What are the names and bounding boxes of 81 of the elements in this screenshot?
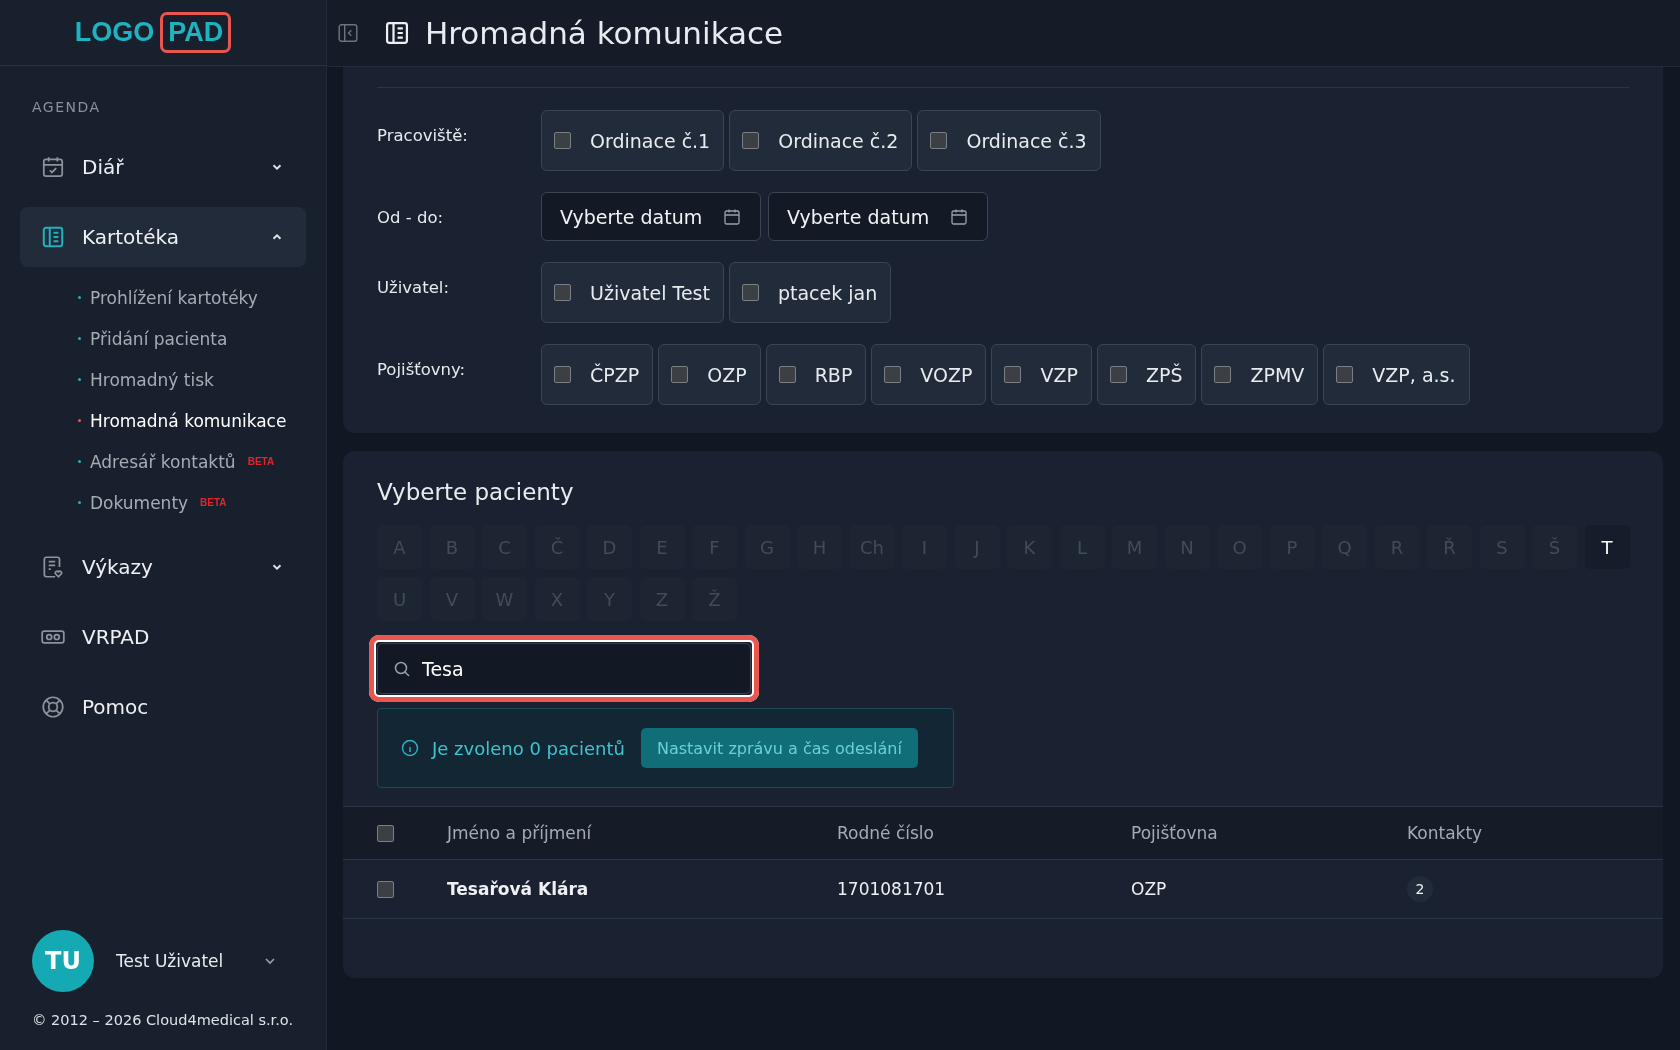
checkbox-chip[interactable]: VOZP bbox=[871, 344, 987, 405]
nav-item[interactable]: Pomoc bbox=[20, 677, 306, 737]
copyright: © 2012 – 2026 Cloud4medical s.r.o. bbox=[32, 1012, 295, 1028]
checkbox-chip[interactable]: ptacek jan bbox=[728, 262, 892, 323]
filter-label: Od - do: bbox=[377, 207, 445, 227]
checkbox[interactable] bbox=[671, 366, 689, 383]
column-header: Pojišťovna bbox=[1131, 823, 1219, 843]
checkbox[interactable] bbox=[741, 284, 759, 301]
nav-subitem[interactable]: Adresář kontaktů bbox=[90, 451, 236, 472]
search-field[interactable]: Tesa bbox=[377, 643, 751, 694]
search-input[interactable]: Tesa bbox=[422, 644, 736, 693]
nav-subitem[interactable]: Prohlížení kartotéky bbox=[90, 287, 258, 308]
logo-badge: PAD bbox=[160, 12, 232, 53]
nav-item[interactable]: Výkazy bbox=[20, 537, 306, 597]
filter-label: Pracoviště: bbox=[377, 125, 469, 145]
checkbox-chip[interactable]: ZPMV bbox=[1201, 344, 1319, 405]
nav-subitem[interactable]: Hromadná komunikace bbox=[90, 410, 287, 431]
checkbox[interactable] bbox=[1214, 366, 1232, 383]
bullet-icon bbox=[78, 378, 81, 381]
list-icon bbox=[40, 224, 66, 250]
checkbox[interactable] bbox=[554, 366, 571, 383]
checkbox[interactable] bbox=[884, 366, 902, 383]
help-icon bbox=[40, 694, 66, 720]
nav-item[interactable]: Diář bbox=[20, 137, 306, 197]
nav-subitem[interactable]: Přidání pacienta bbox=[90, 328, 228, 349]
checkbox[interactable] bbox=[554, 132, 571, 149]
nav-item[interactable]: Kartotéka bbox=[20, 207, 306, 267]
table-cell-text: Tesařová Klára bbox=[447, 879, 590, 899]
checkbox[interactable] bbox=[1004, 366, 1022, 383]
logo: LOGO bbox=[74, 17, 155, 48]
column-header: Kontakty bbox=[1407, 823, 1484, 843]
checkbox[interactable] bbox=[1336, 366, 1354, 383]
nav-subitem[interactable]: Hromadný tisk bbox=[90, 369, 214, 390]
checkbox-chip[interactable]: RBP bbox=[765, 344, 867, 405]
checkbox-chip[interactable]: OZP bbox=[658, 344, 761, 405]
checkbox-chip[interactable]: Ordinace č.3 bbox=[917, 110, 1101, 171]
section-heading: AGENDA bbox=[32, 99, 102, 115]
row-checkbox[interactable] bbox=[377, 880, 394, 898]
checkbox[interactable] bbox=[1109, 366, 1127, 383]
bullet-icon bbox=[78, 460, 81, 463]
date-input[interactable]: Vyberte datum bbox=[787, 193, 949, 240]
checkbox[interactable] bbox=[742, 132, 760, 149]
select-all-checkbox[interactable] bbox=[377, 824, 394, 842]
checkbox-chip[interactable]: Ordinace č.1 bbox=[541, 110, 725, 171]
checkbox-chip[interactable]: ZPŠ bbox=[1096, 344, 1197, 405]
beta-label: BETA bbox=[200, 497, 227, 508]
filter-label: Uživatel: bbox=[377, 277, 450, 297]
table-cell-text: OZP bbox=[1131, 879, 1168, 899]
section-title: Vyberte pacienty bbox=[377, 479, 575, 505]
nav-subitem[interactable]: Dokumenty bbox=[90, 492, 189, 513]
checkbox[interactable] bbox=[554, 284, 571, 301]
collapse-sidebar-icon[interactable] bbox=[337, 22, 359, 44]
checkbox-chip[interactable]: Uživatel Test bbox=[541, 262, 724, 323]
checkbox-chip[interactable]: VZP, a.s. bbox=[1323, 344, 1470, 405]
page-title: Hromadná komunikace bbox=[425, 15, 784, 51]
column-header: Rodné číslo bbox=[837, 823, 935, 843]
bullet-icon bbox=[78, 419, 81, 422]
bullet-icon bbox=[78, 501, 81, 504]
date-input[interactable]: Vyberte datum bbox=[560, 193, 722, 240]
date-field[interactable]: Vyberte datum bbox=[768, 192, 988, 241]
info-icon bbox=[400, 738, 420, 758]
letter-button[interactable]: T bbox=[1584, 525, 1630, 569]
user-name[interactable]: Test Uživatel bbox=[116, 951, 262, 971]
contact-count: 2 bbox=[1407, 876, 1433, 902]
user-avatar[interactable]: TU bbox=[32, 930, 94, 992]
bullet-icon bbox=[78, 296, 81, 299]
beta-label: BETA bbox=[247, 456, 275, 467]
checkbox[interactable] bbox=[778, 366, 796, 383]
checkbox-chip[interactable]: Ordinace č.2 bbox=[729, 110, 913, 171]
nav-item[interactable]: VRPAD bbox=[20, 607, 306, 667]
calendar-icon bbox=[40, 154, 66, 180]
table-cell-text: 1701081701 bbox=[837, 879, 947, 899]
list-icon bbox=[383, 19, 411, 47]
checkbox-chip[interactable]: VZP bbox=[991, 344, 1092, 405]
date-field[interactable]: Vyberte datum bbox=[541, 192, 761, 241]
column-header: Jméno a příjmení bbox=[447, 823, 593, 843]
checkbox[interactable] bbox=[930, 132, 948, 149]
filter-label: Pojišťovny: bbox=[377, 359, 467, 379]
checkbox-chip[interactable]: ČPZP bbox=[541, 344, 654, 405]
bullet-icon bbox=[78, 337, 81, 340]
selection-count: Je zvoleno 0 pacientů bbox=[432, 737, 625, 759]
